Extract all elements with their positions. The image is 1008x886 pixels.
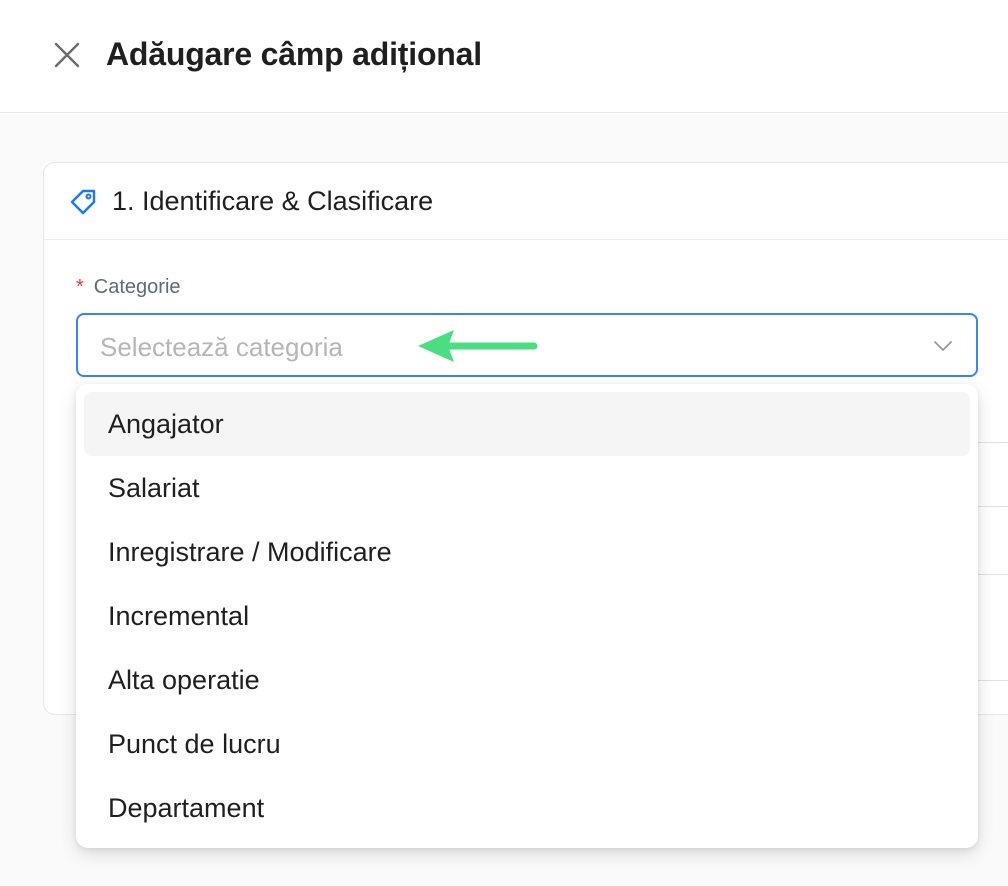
- background-divider: [978, 506, 1008, 507]
- tag-icon: [68, 187, 98, 217]
- page: Adăugare câmp adițional 1. Identificare …: [0, 0, 1008, 886]
- category-dropdown: Angajator Salariat Inregistrare / Modifi…: [76, 384, 978, 848]
- dropdown-option[interactable]: Punct de lucru: [84, 712, 970, 776]
- background-divider: [978, 442, 1008, 443]
- dropdown-option[interactable]: Inregistrare / Modificare: [84, 520, 970, 584]
- close-icon: [54, 42, 80, 68]
- required-marker: *: [76, 276, 84, 298]
- dialog-header: Adăugare câmp adițional: [0, 0, 1008, 113]
- section-header: 1. Identificare & Clasificare: [44, 163, 1008, 240]
- annotation-arrow-icon: [414, 324, 544, 370]
- dropdown-option[interactable]: Salariat: [84, 456, 970, 520]
- background-divider: [978, 680, 1008, 681]
- dropdown-option[interactable]: Angajator: [84, 392, 970, 456]
- category-field-label: * Categorie: [76, 276, 181, 299]
- dialog-title: Adăugare câmp adițional: [106, 36, 482, 72]
- background-divider: [978, 574, 1008, 575]
- dropdown-option[interactable]: Departament: [84, 776, 970, 840]
- category-label-text: Categorie: [93, 276, 181, 298]
- dropdown-option[interactable]: Alta operatie: [84, 648, 970, 712]
- category-select-placeholder: Selectează categoria: [100, 332, 343, 362]
- dropdown-option[interactable]: Incremental: [84, 584, 970, 648]
- section-title: 1. Identificare & Clasificare: [112, 186, 434, 216]
- close-button[interactable]: [50, 38, 84, 72]
- chevron-down-icon: [932, 335, 954, 357]
